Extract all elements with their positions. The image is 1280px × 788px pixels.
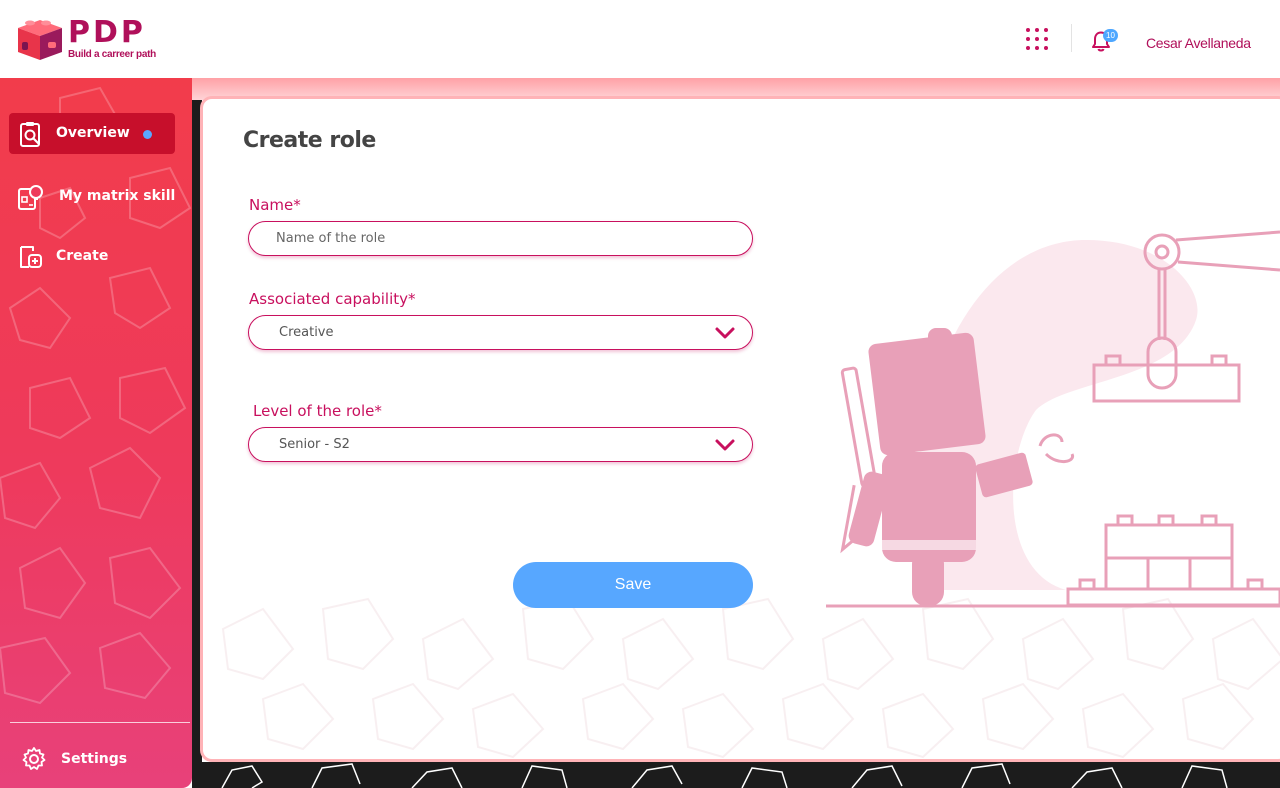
chevron-down-icon [715,439,735,451]
top-header: PDP Build a carreer path 10 Cesar Avella… [0,0,1280,78]
save-button[interactable]: Save [513,562,753,608]
level-select[interactable]: Senior - S2 [248,427,753,462]
active-indicator-dot [143,130,152,139]
role-name-input[interactable] [248,221,753,256]
robot-builder-illustration [826,230,1280,608]
sidebar: Overview My matrix skill Create Settings [0,78,192,788]
user-name-link[interactable]: Cesar Avellaneda [1146,35,1251,51]
document-plus-icon [20,246,42,268]
chevron-down-icon [715,327,735,339]
sidebar-item-label: Overview [56,125,130,141]
sidebar-item-create[interactable]: Create [9,236,175,277]
sidebar-item-overview[interactable]: Overview [9,113,175,154]
capability-select[interactable]: Creative [248,315,753,350]
capability-selected-value: Creative [279,325,334,340]
pdp-logo[interactable]: PDP Build a carreer path [14,14,164,64]
sidebar-item-label: Create [56,248,109,264]
brick-logo-icon [18,20,62,60]
gear-icon [22,747,46,770]
sidebar-item-settings[interactable]: Settings [18,744,178,774]
clipboard-search-icon [20,122,40,147]
header-divider [1071,24,1072,52]
settings-label: Settings [61,751,128,767]
sidebar-item-label: My matrix skill [59,188,176,204]
level-selected-value: Senior - S2 [279,437,350,452]
page-title: Create role [243,128,376,153]
bottom-pattern-strip [192,762,1280,788]
logo-tagline: Build a carreer path [68,49,156,60]
lightbulb-matrix-icon [18,185,43,210]
logo-text: PDP [68,15,146,50]
sidebar-item-my-matrix-skill[interactable]: My matrix skill [9,176,175,217]
capability-label: Associated capability* [249,290,416,308]
level-label: Level of the role* [253,402,382,420]
sidebar-divider [10,722,190,723]
name-label: Name* [249,196,301,214]
notification-count-badge: 10 [1103,29,1118,42]
apps-grid-icon[interactable] [1024,26,1050,52]
